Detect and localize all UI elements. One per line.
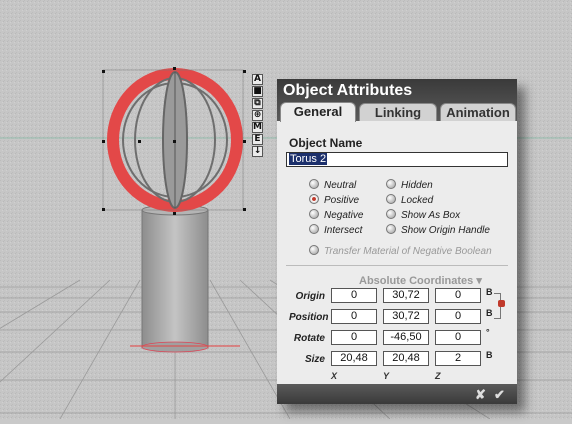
- origin-label: Origin: [295, 291, 325, 302]
- radio-selected-icon: [309, 194, 319, 204]
- rotate-y-field[interactable]: -46,50: [383, 330, 429, 345]
- tab-animation[interactable]: Animation: [440, 103, 516, 121]
- move-icon[interactable]: M: [252, 122, 263, 133]
- size-label: Size: [304, 354, 325, 365]
- position-y-field[interactable]: 30,72: [383, 309, 429, 324]
- coords-title: Absolute Coordinates: [359, 275, 474, 287]
- size-unit: B: [486, 350, 493, 360]
- position-x-field[interactable]: 0: [331, 309, 377, 324]
- square-icon[interactable]: ■: [252, 86, 263, 97]
- checkbox-label: Show Origin Handle: [401, 225, 490, 236]
- origin-x-field[interactable]: 0: [331, 288, 377, 303]
- radio-icon: [309, 224, 319, 234]
- check-show-origin-handle[interactable]: Show Origin Handle: [386, 224, 490, 236]
- rotate-x-field[interactable]: 0: [331, 330, 377, 345]
- rotate-z-field[interactable]: 0: [435, 330, 481, 345]
- check-show-as-box[interactable]: Show As Box: [386, 209, 460, 221]
- axis-y-label: Y: [383, 371, 390, 381]
- checkbox-icon: [386, 179, 396, 189]
- panel-footer: ✘ ✔: [277, 384, 517, 404]
- origin-unit: B: [486, 287, 493, 297]
- checkbox-icon: [386, 194, 396, 204]
- radio-positive[interactable]: Positive: [309, 194, 359, 206]
- divider: [286, 265, 508, 266]
- chevron-down-icon: ▾: [476, 275, 482, 287]
- checkbox-label: Locked: [401, 195, 434, 206]
- edit-icon[interactable]: E: [252, 134, 263, 145]
- rotate-label: Rotate: [293, 333, 325, 344]
- position-label: Position: [289, 312, 329, 323]
- checkbox-icon: [309, 245, 319, 255]
- object-attributes-panel: Object Attributes General Linking Animat…: [277, 79, 517, 404]
- coords-dropdown[interactable]: Absolute Coordinates ▾: [359, 274, 482, 287]
- radio-label: Intersect: [324, 225, 363, 236]
- anchor-a-icon[interactable]: A: [252, 74, 263, 85]
- checkbox-icon: [386, 209, 396, 219]
- axis-z-label: Z: [435, 371, 441, 381]
- cylinder-object[interactable]: [141, 204, 209, 353]
- tab-linking[interactable]: Linking: [359, 103, 437, 121]
- tab-general[interactable]: General: [280, 102, 356, 122]
- checkbox-label: Hidden: [401, 180, 433, 191]
- radio-icon: [309, 179, 319, 189]
- panel-title: Object Attributes: [283, 82, 413, 99]
- cancel-button[interactable]: ✘: [475, 387, 486, 403]
- size-y-field[interactable]: 20,48: [383, 351, 429, 366]
- scale-icon[interactable]: ⧉: [252, 98, 263, 109]
- rotate-unit: °: [486, 327, 490, 337]
- drop-icon[interactable]: ↓: [252, 146, 263, 157]
- radio-label: Neutral: [324, 180, 357, 191]
- axis-x-label: X: [331, 371, 338, 381]
- checkbox-label: Transfer Material of Negative Boolean: [324, 246, 492, 257]
- panel-header[interactable]: Object Attributes General Linking Animat…: [277, 79, 517, 122]
- object-name-label: Object Name: [289, 136, 363, 150]
- checkbox-label: Show As Box: [401, 210, 461, 221]
- origin-z-field[interactable]: 0: [435, 288, 481, 303]
- lock-icon[interactable]: [498, 300, 505, 307]
- check-transfer-material[interactable]: Transfer Material of Negative Boolean: [309, 245, 492, 257]
- check-locked[interactable]: Locked: [386, 194, 433, 206]
- object-name-input[interactable]: Torus 2: [286, 152, 508, 167]
- radio-negative[interactable]: Negative: [309, 209, 363, 221]
- radio-icon: [309, 209, 319, 219]
- target-icon[interactable]: ⊕: [252, 110, 263, 121]
- radio-intersect[interactable]: Intersect: [309, 224, 362, 236]
- size-x-field[interactable]: 20,48: [331, 351, 377, 366]
- radio-label: Positive: [324, 195, 360, 206]
- radio-neutral[interactable]: Neutral: [309, 179, 356, 191]
- radio-label: Negative: [324, 210, 364, 221]
- position-unit: B: [486, 308, 493, 318]
- ok-button[interactable]: ✔: [494, 387, 505, 403]
- tool-palette: A ■ ⧉ ⊕ M E ↓: [252, 74, 264, 157]
- checkbox-icon: [386, 224, 396, 234]
- check-hidden[interactable]: Hidden: [386, 179, 433, 191]
- size-z-field[interactable]: 2: [435, 351, 481, 366]
- position-z-field[interactable]: 0: [435, 309, 481, 324]
- object-name-value: Torus 2: [289, 153, 328, 165]
- origin-y-field[interactable]: 30,72: [383, 288, 429, 303]
